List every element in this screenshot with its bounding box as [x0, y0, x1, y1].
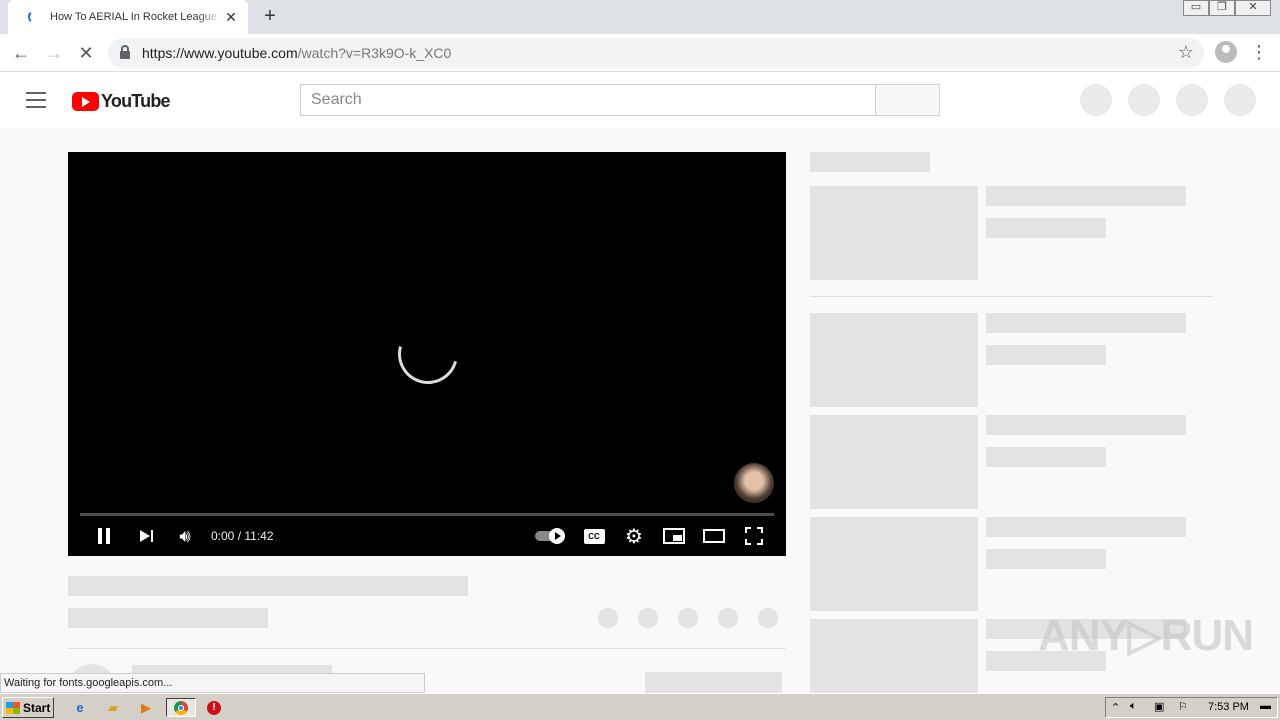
browser-toolbar: ← → ✕ https://www.youtube.com/watch?v=R3… [0, 34, 1280, 72]
chrome-icon [174, 700, 188, 715]
show-desktop-icon[interactable]: ▬ [1260, 700, 1271, 712]
tab-title: How To AERIAL In Rocket League fr [50, 11, 222, 23]
youtube-logo-text: YouTube [101, 91, 171, 111]
cc-icon: CC [583, 528, 605, 544]
header-placeholder-icon[interactable] [1128, 84, 1160, 116]
header-placeholder-icon[interactable] [1176, 84, 1208, 116]
title-placeholder [68, 576, 468, 596]
status-bubble: Waiting for fonts.googleapis.com... [0, 673, 425, 693]
thumbnail-placeholder [810, 313, 978, 407]
action-placeholder-icon [638, 608, 658, 628]
chrome-taskbar-icon[interactable] [166, 698, 196, 717]
youtube-play-icon [72, 92, 99, 111]
network-tray-icon[interactable]: ▣ [1154, 700, 1164, 713]
settings-gear-icon[interactable]: ⚙ [622, 522, 646, 550]
bookmark-star-icon[interactable]: ☆ [1178, 42, 1194, 63]
menu-icon[interactable] [26, 92, 46, 108]
fullscreen-button[interactable] [742, 522, 766, 550]
start-button[interactable]: Start [2, 697, 54, 718]
thumbnail-placeholder [810, 186, 978, 280]
video-player[interactable]: 🔊︎ 0:00 / 11:42 CC ⚙ [68, 152, 786, 556]
system-tray: ⌃ 🔈︎ ▣ ⚐ 7:53 PM ▬ [1105, 697, 1278, 718]
video-title-placeholder [986, 415, 1186, 435]
time-display: 0:00 / 11:42 [211, 529, 274, 543]
address-bar[interactable]: https://www.youtube.com/watch?v=R3k9O-k_… [108, 38, 1204, 68]
minimize-button[interactable]: ▭ [1183, 0, 1209, 16]
lock-icon [120, 45, 130, 59]
thumbnail-placeholder [810, 619, 978, 693]
back-icon[interactable]: ← [10, 42, 32, 64]
browser-tabstrip: How To AERIAL In Rocket League fr ✕ + ▭ … [0, 0, 1280, 34]
restore-button[interactable]: ❐ [1209, 0, 1235, 16]
header-placeholder-icon[interactable] [1080, 84, 1112, 116]
flag-tray-icon[interactable]: ⚐ [1178, 700, 1188, 713]
tray-expand-icon[interactable]: ⌃ [1111, 701, 1120, 714]
divider [68, 648, 786, 649]
opera-icon[interactable]: ! [204, 698, 224, 717]
youtube-logo[interactable]: YouTube [72, 91, 171, 112]
up-next-placeholder [810, 152, 930, 172]
autoplay-toggle[interactable] [534, 522, 565, 550]
forward-icon[interactable]: → [43, 42, 65, 64]
url-text: https://www.youtube.com/watch?v=R3k9O-k_… [142, 45, 451, 61]
profile-icon[interactable] [1215, 41, 1237, 63]
video-meta-placeholder [986, 447, 1106, 467]
browser-menu-icon[interactable]: ⋮ [1250, 40, 1268, 64]
action-placeholder-icon [678, 608, 698, 628]
explorer-folder-icon[interactable]: ▰ [103, 698, 123, 717]
video-meta-placeholder [986, 218, 1106, 238]
taskbar: Start e ▰ ▶ ! ⌃ 🔈︎ ▣ ⚐ 7:53 PM ▬ [0, 693, 1280, 720]
media-player-icon[interactable]: ▶ [136, 698, 156, 717]
new-tab-button[interactable]: + [258, 4, 282, 28]
stop-icon[interactable]: ✕ [75, 42, 97, 64]
action-placeholder-icon [718, 608, 738, 628]
anyrun-watermark: ANY▷RUN [1038, 611, 1254, 660]
next-button[interactable] [134, 522, 158, 550]
volume-icon[interactable]: 🔊︎ [172, 522, 198, 550]
close-window-button[interactable]: ✕ [1235, 0, 1271, 16]
header-placeholder-icon[interactable] [1224, 84, 1256, 116]
windows-logo-icon [6, 701, 20, 714]
video-meta-placeholder [986, 549, 1106, 569]
search-input[interactable]: Search [300, 84, 876, 116]
theater-mode-button[interactable] [702, 522, 726, 550]
captions-button[interactable]: CC [582, 522, 606, 550]
pause-button[interactable] [92, 522, 116, 550]
video-title-placeholder [986, 313, 1186, 333]
divider [810, 296, 1213, 297]
buffering-spinner-icon [387, 313, 469, 395]
loading-spinner-icon [28, 10, 42, 24]
start-label: Start [23, 700, 51, 715]
video-title-placeholder [986, 517, 1186, 537]
action-placeholder-icon [598, 608, 618, 628]
url-path: /watch?v=R3k9O-k_XC0 [297, 45, 452, 61]
miniplayer-button[interactable] [662, 522, 686, 550]
progress-bar[interactable] [80, 513, 774, 516]
video-meta-placeholder [986, 345, 1106, 365]
youtube-header: YouTube Search [0, 72, 1280, 128]
thumbnail-placeholder [810, 415, 978, 509]
ie-icon[interactable]: e [70, 698, 90, 717]
url-domain: https://www.youtube.com [142, 45, 298, 61]
thumbnail-placeholder [810, 517, 978, 611]
tab-close-icon[interactable]: ✕ [222, 9, 240, 26]
channel-avatar[interactable] [734, 463, 774, 503]
clock: 7:53 PM [1208, 701, 1249, 713]
action-placeholder-icon [758, 608, 778, 628]
video-title-placeholder [986, 186, 1186, 206]
browser-tab[interactable]: How To AERIAL In Rocket League fr ✕ [8, 0, 248, 34]
volume-tray-icon[interactable]: 🔈︎ [1130, 700, 1137, 713]
views-placeholder [68, 608, 268, 628]
search-button[interactable] [875, 84, 940, 116]
